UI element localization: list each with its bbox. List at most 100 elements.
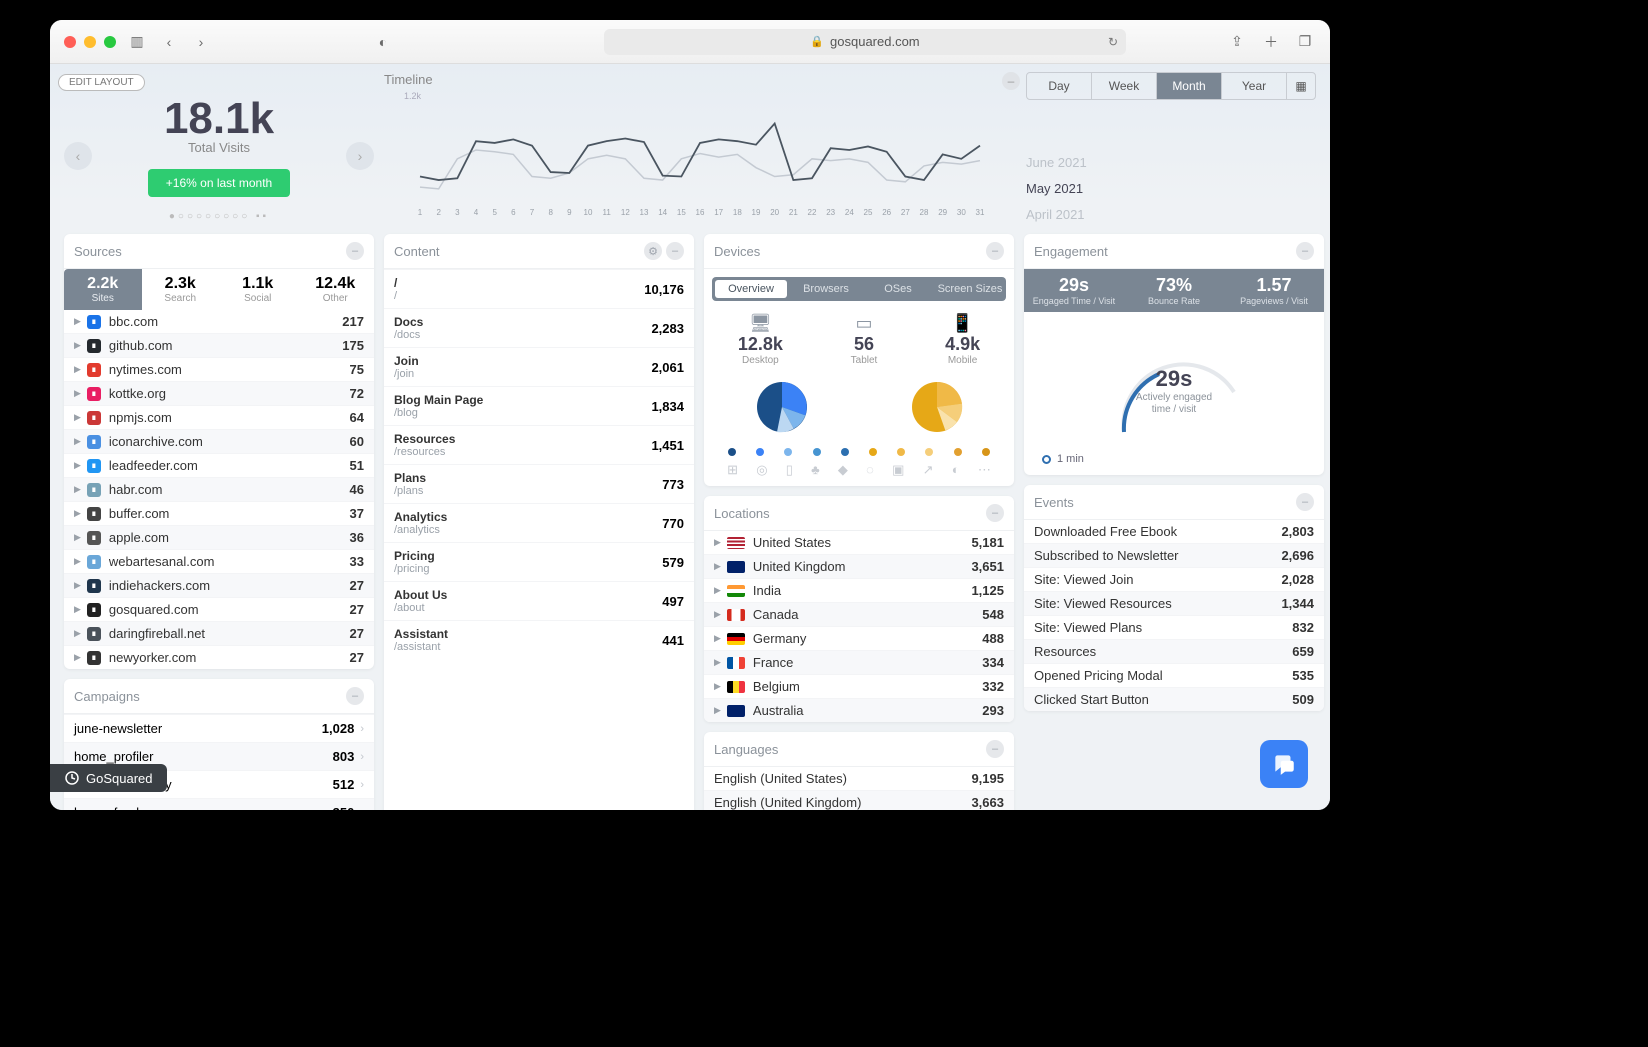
card-collapse-icon[interactable]: – [986,740,1004,758]
event-row[interactable]: Site: Viewed Resources1,344 [1024,591,1324,615]
svg-text:7: 7 [530,208,535,217]
source-row[interactable]: ▶∎habr.com46 [64,477,374,501]
language-row[interactable]: English (United Kingdom)3,663 [704,790,1014,810]
tab-year[interactable]: Year [1222,73,1287,99]
location-row[interactable]: ▶United Kingdom3,651 [704,554,1014,578]
content-row[interactable]: Analytics/analytics770 [384,503,694,542]
tab-week[interactable]: Week [1092,73,1157,99]
event-row[interactable]: Opened Pricing Modal535 [1024,663,1324,687]
svg-text:23: 23 [826,208,835,217]
content-row[interactable]: Plans/plans773 [384,464,694,503]
svg-text:16: 16 [696,208,705,217]
sidebar-toggle-icon[interactable]: ▥ [126,31,148,53]
content-row[interactable]: //10,176 [384,269,694,308]
calendar-icon[interactable]: ▦ [1287,73,1315,99]
location-row[interactable]: ▶France334 [704,650,1014,674]
sources-tab[interactable]: 2.2kSites [64,269,142,310]
content-row[interactable]: About Us/about497 [384,581,694,620]
campaign-row[interactable]: home_feed350› [64,798,374,810]
forward-button[interactable]: › [190,31,212,53]
tab-month[interactable]: Month [1157,73,1222,99]
devices-tab[interactable]: Browsers [790,277,862,301]
card-collapse-icon[interactable]: – [666,242,684,260]
card-collapse-icon[interactable]: – [1296,493,1314,511]
source-row[interactable]: ▶∎nytimes.com75 [64,357,374,381]
close-window[interactable] [64,36,76,48]
engagement-metric: 1.57Pageviews / Visit [1224,269,1324,312]
location-row[interactable]: ▶India1,125 [704,578,1014,602]
svg-text:1: 1 [418,208,423,217]
month-option[interactable]: April 2021 [1026,202,1316,228]
event-row[interactable]: Site: Viewed Join2,028 [1024,567,1324,591]
back-button[interactable]: ‹ [158,31,180,53]
language-row[interactable]: English (United States)9,195 [704,767,1014,790]
tab-day[interactable]: Day [1027,73,1092,99]
card-collapse-icon[interactable]: – [986,504,1004,522]
content-row[interactable]: Docs/docs2,283 [384,308,694,347]
maximize-window[interactable] [104,36,116,48]
source-row[interactable]: ▶∎indiehackers.com27 [64,573,374,597]
location-row[interactable]: ▶Germany488 [704,626,1014,650]
kpi-next[interactable]: › [346,142,374,170]
content-row[interactable]: Join/join2,061 [384,347,694,386]
month-option[interactable]: May 2021 [1026,176,1316,202]
svg-text:8: 8 [548,208,553,217]
sources-card: Sources – 2.2kSites2.3kSearch1.1kSocial1… [64,234,374,669]
new-tab-icon[interactable]: ＋ [1260,31,1282,53]
kpi-paginator[interactable]: ●○○○○○○○○ ▪▪ [64,211,374,222]
kpi-prev[interactable]: ‹ [64,142,92,170]
event-row[interactable]: Resources659 [1024,639,1324,663]
source-row[interactable]: ▶∎iconarchive.com60 [64,429,374,453]
sources-tab[interactable]: 12.4kOther [297,269,375,310]
event-row[interactable]: Clicked Start Button509 [1024,687,1324,711]
location-row[interactable]: ▶Australia293 [704,698,1014,722]
source-row[interactable]: ▶∎leadfeeder.com51 [64,453,374,477]
source-row[interactable]: ▶∎github.com175 [64,333,374,357]
engagement-metric: 29sEngaged Time / Visit [1024,269,1124,312]
source-row[interactable]: ▶∎gosquared.com27 [64,597,374,621]
location-row[interactable]: ▶United States5,181 [704,531,1014,554]
card-collapse-icon[interactable]: – [986,242,1004,260]
timeline-collapse[interactable]: – [1002,72,1020,90]
content-row[interactable]: Assistant/assistant441 [384,620,694,659]
source-row[interactable]: ▶∎buffer.com37 [64,501,374,525]
shield-icon[interactable]: ◐ [372,31,394,53]
card-collapse-icon[interactable]: – [1296,242,1314,260]
source-row[interactable]: ▶∎apple.com36 [64,525,374,549]
chat-button[interactable] [1260,740,1308,788]
content-row[interactable]: Resources/resources1,451 [384,425,694,464]
card-collapse-icon[interactable]: – [346,687,364,705]
event-row[interactable]: Subscribed to Newsletter2,696 [1024,543,1324,567]
month-option[interactable]: June 2021 [1026,150,1316,176]
tabs-overview-icon[interactable]: ❐ [1294,31,1316,53]
reload-icon[interactable]: ↻ [1108,35,1118,49]
content-row[interactable]: Pricing/pricing579 [384,542,694,581]
gear-icon[interactable]: ⚙ [644,242,662,260]
location-row[interactable]: ▶Belgium332 [704,674,1014,698]
devices-tab[interactable]: Screen Sizes [934,277,1006,301]
event-row[interactable]: Site: Viewed Plans832 [1024,615,1324,639]
card-collapse-icon[interactable]: – [346,242,364,260]
content-row[interactable]: Blog Main Page/blog1,834 [384,386,694,425]
svg-text:30: 30 [957,208,966,217]
url-bar[interactable]: 🔒 gosquared.com ↻ [604,29,1126,55]
sources-tab[interactable]: 2.3kSearch [142,269,220,310]
sources-tab[interactable]: 1.1kSocial [219,269,297,310]
source-row[interactable]: ▶∎newyorker.com27 [64,645,374,669]
share-icon[interactable]: ⇪ [1226,31,1248,53]
devices-tab[interactable]: OSes [862,277,934,301]
source-row[interactable]: ▶∎kottke.org72 [64,381,374,405]
minimize-window[interactable] [84,36,96,48]
source-row[interactable]: ▶∎daringfireball.net27 [64,621,374,645]
location-row[interactable]: ▶Canada548 [704,602,1014,626]
events-card: Events – Downloaded Free Ebook2,803Subsc… [1024,485,1324,711]
source-row[interactable]: ▶∎bbc.com217 [64,310,374,333]
source-row[interactable]: ▶∎npmjs.com64 [64,405,374,429]
devices-tab[interactable]: Overview [715,280,787,298]
event-row[interactable]: Downloaded Free Ebook2,803 [1024,520,1324,543]
campaign-row[interactable]: june-newsletter1,028› [64,714,374,742]
engagement-center-value: 29s [1024,366,1324,392]
source-row[interactable]: ▶∎webartesanal.com33 [64,549,374,573]
gosquared-badge[interactable]: GoSquared [50,764,167,792]
svg-text:25: 25 [864,208,873,217]
